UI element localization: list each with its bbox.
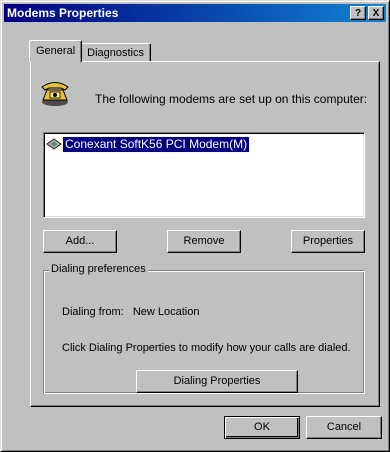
intro-text: The following modems are set up on this … (95, 92, 368, 106)
add-button-label: Add... (65, 235, 95, 247)
tab-diagnostics[interactable]: Diagnostics (80, 43, 151, 62)
title-bar[interactable]: Modems Properties ? X (4, 4, 386, 22)
dialing-preferences-group: Dialing preferences Dialing from: New Lo… (43, 263, 365, 394)
dialing-properties-button[interactable]: Dialing Properties (136, 370, 298, 393)
remove-button-label: Remove (183, 235, 225, 247)
dialing-from-row: Dialing from: New Location (62, 306, 199, 318)
modem-list[interactable]: Conexant SoftK56 PCI Modem(M) (43, 132, 365, 218)
properties-button[interactable]: Properties (291, 230, 365, 253)
modem-icon (46, 138, 62, 150)
cancel-button-label: Cancel (326, 421, 362, 433)
dialing-note: Click Dialing Properties to modify how y… (62, 342, 351, 354)
ok-button-label: OK (254, 421, 270, 433)
group-label: Dialing preferences (49, 263, 148, 275)
properties-button-label: Properties (302, 235, 354, 247)
close-button[interactable]: X (368, 6, 384, 20)
modem-name: Conexant SoftK56 PCI Modem(M) (61, 135, 251, 153)
general-tab-panel: The following modems are set up on this … (30, 61, 380, 407)
add-button[interactable]: Add... (43, 230, 117, 253)
cancel-button[interactable]: Cancel (306, 416, 382, 439)
tab-general[interactable]: General (29, 40, 83, 62)
remove-button[interactable]: Remove (167, 230, 241, 253)
dialing-properties-button-label: Dialing Properties (173, 375, 261, 387)
window-title: Modems Properties (7, 6, 119, 20)
help-button[interactable]: ? (350, 6, 366, 20)
modems-properties-dialog: Modems Properties ? X General Diagnostic… (0, 0, 390, 452)
dialing-from-value: New Location (132, 306, 200, 318)
telephone-icon (41, 82, 69, 106)
dialing-from-label: Dialing from: (62, 306, 124, 318)
ok-button[interactable]: OK (224, 416, 300, 439)
list-item[interactable]: Conexant SoftK56 PCI Modem(M) (46, 135, 362, 153)
